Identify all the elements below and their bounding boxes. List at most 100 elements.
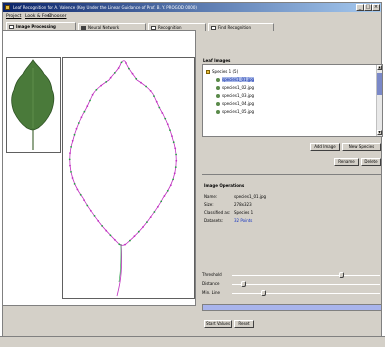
- tree-item[interactable]: species1_05.jpg: [216, 109, 254, 114]
- contour-point: [97, 220, 100, 222]
- contour-point: [173, 172, 176, 175]
- contour-point: [77, 122, 80, 124]
- tree-scrollbar[interactable]: ▲ ▼: [376, 65, 382, 136]
- contour-point: [161, 112, 164, 114]
- reset-button[interactable]: Reset: [234, 320, 254, 328]
- leaf-file-icon: [216, 86, 220, 90]
- scroll-up-icon[interactable]: ▲: [377, 65, 382, 70]
- contour-point: [174, 147, 177, 150]
- distance-slider[interactable]: [232, 281, 380, 287]
- find-recognition-icon: [211, 25, 216, 30]
- minimize-button[interactable]: _: [356, 4, 364, 11]
- image-processing-icon: [9, 24, 14, 29]
- progress-bar: [202, 304, 382, 311]
- threshold-slider-knob[interactable]: [339, 272, 345, 278]
- tree-species-node[interactable]: Species 1 (5): [206, 69, 238, 74]
- leaf-file-icon: [216, 102, 220, 106]
- contour-point: [79, 193, 82, 196]
- neural-network-icon: [81, 25, 86, 30]
- scroll-thumb[interactable]: [377, 73, 382, 95]
- menu-chooser[interactable]: Chooser: [48, 13, 66, 21]
- contour-point: [158, 106, 161, 109]
- add-image-button[interactable]: Add Image: [310, 143, 340, 151]
- contour-point: [73, 183, 76, 185]
- contour-point: [105, 81, 108, 83]
- contour-point: [125, 62, 127, 64]
- rename-button[interactable]: Rename: [334, 158, 359, 166]
- leaf-file-icon: [216, 94, 220, 98]
- contour-point: [113, 72, 116, 74]
- leaf-contour: [68, 60, 178, 297]
- close-button[interactable]: ×: [372, 4, 380, 11]
- contour-point: [109, 76, 112, 79]
- contour-point: [117, 67, 120, 69]
- contour-point: [171, 135, 173, 138]
- leaf-thumbnail: [6, 57, 61, 153]
- contour-point: [129, 239, 131, 242]
- menu-project[interactable]: Project: [6, 13, 21, 21]
- contour-point: [113, 238, 116, 241]
- start-values-button[interactable]: Start Values: [204, 320, 232, 328]
- app-icon: [5, 5, 10, 10]
- contour-point: [153, 211, 156, 213]
- contour-point: [133, 235, 136, 238]
- contour-point: [175, 159, 178, 162]
- tab-find-recognition[interactable]: Find Recognition: [208, 23, 274, 31]
- delete-button[interactable]: Delete: [361, 158, 381, 166]
- info-datasets-row: Datasets: 32 Points: [204, 218, 253, 223]
- contour-point: [149, 216, 152, 219]
- tree-item[interactable]: species1_02.jpg: [216, 85, 254, 90]
- min-line-slider[interactable]: [232, 290, 380, 296]
- contour-point: [142, 226, 144, 228]
- leaf-images-tree: Species 1 (5) species1_01.jpg species1_0…: [202, 64, 383, 137]
- contour-point: [131, 72, 134, 75]
- maximize-button[interactable]: □: [364, 4, 372, 11]
- contour-point: [105, 229, 108, 232]
- contour-point: [124, 243, 126, 246]
- contour-point: [155, 100, 158, 103]
- tree-item[interactable]: species1_03.jpg: [216, 93, 254, 98]
- contour-point: [137, 230, 140, 233]
- leaf-file-icon: [216, 78, 220, 82]
- contour-points: [68, 61, 178, 246]
- contour-point: [149, 90, 152, 92]
- progress-fill: [203, 305, 381, 310]
- info-size-row: Size: 278x323: [204, 202, 252, 207]
- info-name-row: Name: species1_01.jpg: [204, 194, 267, 199]
- contour-point: [109, 234, 112, 237]
- contour-point: [166, 123, 169, 126]
- scroll-down-icon[interactable]: ▼: [377, 130, 382, 135]
- contour-point: [164, 117, 167, 120]
- contour-point: [100, 84, 102, 87]
- contour-point: [140, 81, 142, 84]
- tree-item[interactable]: species1_04.jpg: [216, 101, 254, 106]
- min-line-slider-row: Min. Line: [202, 290, 382, 296]
- contour-point: [146, 221, 148, 224]
- contour-point: [172, 178, 174, 181]
- contour-point: [95, 88, 98, 91]
- distance-slider-row: Distance: [202, 281, 382, 287]
- contour-point: [69, 152, 71, 154]
- min-line-slider-knob[interactable]: [260, 290, 266, 296]
- leaf-outline-canvas: [62, 57, 195, 299]
- contour-point: [89, 209, 92, 212]
- contour-point: [120, 61, 123, 64]
- contour-point: [83, 110, 86, 113]
- leaf-images-title: Leaf Images: [203, 58, 231, 63]
- distance-slider-knob[interactable]: [240, 281, 246, 287]
- contour-point: [71, 139, 74, 142]
- contour-point: [101, 225, 103, 227]
- new-species-button[interactable]: New Species: [342, 143, 381, 151]
- leaf-file-icon: [216, 110, 220, 114]
- contour-point: [89, 99, 91, 102]
- tree-item[interactable]: species1_01.jpg: [216, 77, 255, 82]
- contour-point: [128, 67, 130, 70]
- contour-point: [145, 85, 147, 88]
- contour-point: [83, 199, 85, 202]
- threshold-slider[interactable]: [232, 272, 380, 278]
- contour-point: [69, 164, 71, 167]
- folder-icon: [206, 70, 210, 74]
- contour-point: [169, 129, 171, 132]
- contour-point: [174, 166, 177, 168]
- status-bar: [0, 336, 385, 347]
